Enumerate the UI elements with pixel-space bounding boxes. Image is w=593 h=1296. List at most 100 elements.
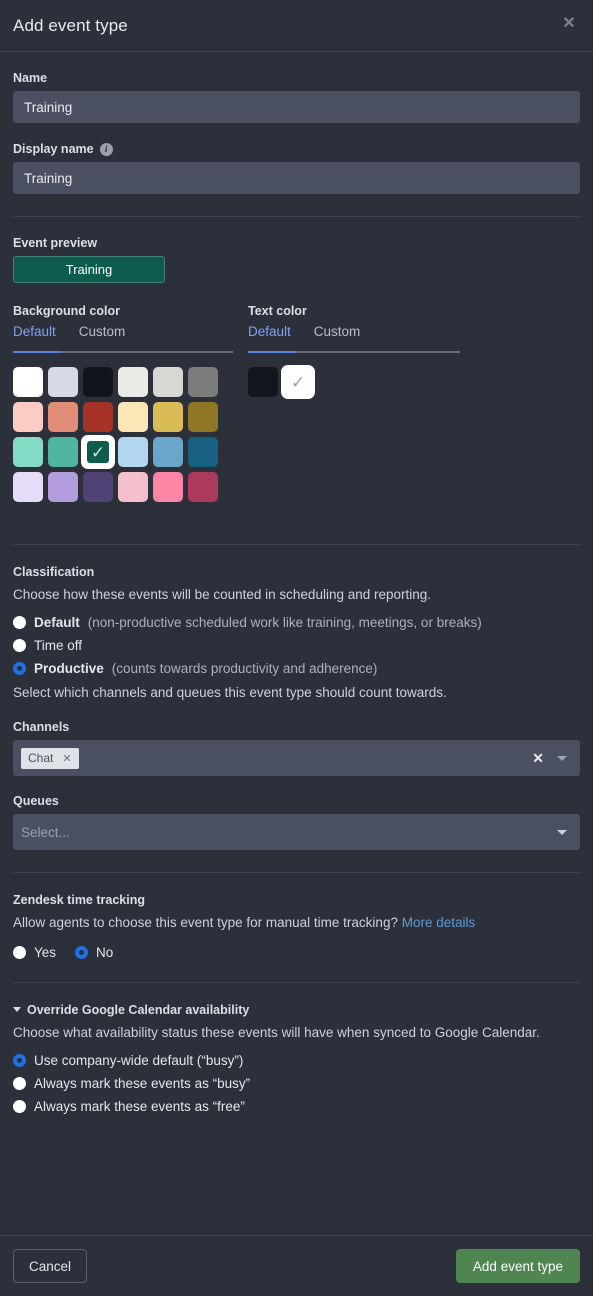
background-swatch-14[interactable]: ✓ bbox=[83, 437, 113, 467]
tab-bg-default[interactable]: Default bbox=[13, 324, 56, 341]
background-swatch-9[interactable] bbox=[118, 402, 148, 432]
background-swatch-6[interactable] bbox=[13, 402, 43, 432]
add-event-type-button[interactable]: Add event type bbox=[455, 1249, 580, 1283]
classification-radio-group: Default (non-productive scheduled work li… bbox=[13, 615, 580, 676]
radio-button[interactable] bbox=[13, 616, 26, 630]
background-color-picker: Background color Default Custom ✓ bbox=[13, 285, 233, 502]
queues-label: Queues bbox=[13, 794, 580, 808]
event-preview-chip-text: Training bbox=[65, 262, 113, 277]
gcal-option-0[interactable]: Use company-wide default (“busy”) bbox=[13, 1053, 580, 1068]
background-color-label: Background color bbox=[13, 304, 233, 318]
cancel-button[interactable]: Cancel bbox=[13, 1249, 88, 1283]
gcal-option-1[interactable]: Always mark these events as “busy” bbox=[13, 1076, 580, 1091]
text-swatch-grid: ✓ bbox=[248, 367, 460, 397]
name-label: Name bbox=[13, 71, 580, 85]
close-icon[interactable]: ✕ bbox=[557, 12, 581, 36]
event-preview-chip: Training bbox=[13, 256, 165, 283]
radio-button[interactable] bbox=[13, 662, 26, 676]
background-swatch-18[interactable] bbox=[13, 472, 43, 502]
name-input[interactable] bbox=[13, 91, 580, 123]
background-swatch-13[interactable] bbox=[48, 437, 78, 467]
gcal-title: Override Google Calendar availability bbox=[27, 1002, 250, 1017]
background-swatch-20[interactable] bbox=[83, 472, 113, 502]
background-swatch-4[interactable] bbox=[153, 367, 183, 397]
clear-icon[interactable]: ✕ bbox=[532, 750, 544, 767]
classification-option-hint: (counts towards productivity and adheren… bbox=[111, 661, 378, 677]
background-swatch-3[interactable] bbox=[118, 367, 148, 397]
close-icon[interactable]: ✕ bbox=[62, 752, 71, 765]
classification-option-2[interactable]: Productive (counts towards productivity a… bbox=[13, 661, 580, 676]
radio-button[interactable] bbox=[13, 1099, 26, 1113]
background-swatch-1[interactable] bbox=[48, 367, 78, 397]
radio-button[interactable] bbox=[13, 945, 26, 959]
background-swatch-5[interactable] bbox=[188, 367, 218, 397]
background-swatch-19[interactable] bbox=[48, 472, 78, 502]
channels-label-text: Channels bbox=[13, 720, 70, 735]
radio-button[interactable] bbox=[13, 1076, 26, 1090]
zendesk-option-1[interactable]: No bbox=[75, 945, 113, 960]
divider bbox=[13, 981, 580, 983]
modal-body: Name Display name i Event preview Traini… bbox=[0, 52, 593, 1235]
background-color-tab-underline bbox=[13, 351, 233, 353]
background-swatch-8[interactable] bbox=[83, 402, 113, 432]
text-color-tabs: Default Custom bbox=[248, 324, 460, 341]
chevron-down-icon[interactable] bbox=[557, 755, 567, 761]
gcal-option-label: Use company-wide default (“busy”) bbox=[34, 1052, 244, 1068]
zendesk-option-0[interactable]: Yes bbox=[13, 945, 56, 960]
queues-select[interactable]: Select... bbox=[13, 814, 580, 851]
text-swatch-0[interactable] bbox=[248, 367, 278, 397]
queues-label-text: Queues bbox=[13, 794, 59, 809]
background-swatch-12[interactable] bbox=[13, 437, 43, 467]
zendesk-option-label: No bbox=[96, 944, 114, 960]
background-swatch-23[interactable] bbox=[188, 472, 218, 502]
background-swatch-0[interactable] bbox=[13, 367, 43, 397]
gcal-option-2[interactable]: Always mark these events as “free” bbox=[13, 1099, 580, 1114]
classification-description: Choose how these events will be counted … bbox=[13, 587, 432, 602]
divider bbox=[13, 872, 580, 874]
classification-option-1[interactable]: Time off bbox=[13, 638, 580, 653]
classification-sub-description: Select which channels and queues this ev… bbox=[13, 685, 447, 701]
info-icon[interactable]: i bbox=[99, 142, 113, 156]
zendesk-description-text: Allow agents to choose this event type f… bbox=[13, 915, 398, 931]
classification-title: Classification bbox=[13, 565, 95, 579]
classification-option-0[interactable]: Default (non-productive scheduled work li… bbox=[13, 615, 580, 630]
radio-button[interactable] bbox=[75, 945, 89, 959]
classification-option-label: Time off bbox=[34, 638, 83, 654]
radio-button[interactable] bbox=[13, 1053, 26, 1067]
caret-down-icon bbox=[13, 1007, 21, 1013]
background-swatch-11[interactable] bbox=[188, 402, 218, 432]
background-swatch-15[interactable] bbox=[118, 437, 148, 467]
swatch-selected-inner: ✓ bbox=[287, 371, 309, 393]
name-label-text: Name bbox=[13, 71, 48, 85]
text-swatch-1[interactable]: ✓ bbox=[283, 367, 313, 397]
swatch-selected-inner: ✓ bbox=[87, 441, 109, 463]
tab-text-default[interactable]: Default bbox=[248, 324, 291, 341]
check-icon: ✓ bbox=[90, 442, 106, 462]
tab-text-custom[interactable]: Custom bbox=[314, 324, 361, 341]
background-swatch-17[interactable] bbox=[188, 437, 218, 467]
background-swatch-21[interactable] bbox=[118, 472, 148, 502]
modal-footer: Cancel Add event type bbox=[0, 1235, 593, 1296]
gcal-section-toggle[interactable]: Override Google Calendar availability bbox=[13, 1003, 580, 1017]
tab-bg-custom[interactable]: Custom bbox=[79, 324, 126, 341]
background-swatch-2[interactable] bbox=[83, 367, 113, 397]
display-name-label: Display name i bbox=[13, 142, 580, 156]
background-swatch-16[interactable] bbox=[153, 437, 183, 467]
classification-option-hint: (non-productive scheduled work like trai… bbox=[87, 615, 482, 631]
classification-option-label: Default bbox=[34, 615, 80, 631]
radio-button[interactable] bbox=[13, 639, 26, 653]
background-swatch-22[interactable] bbox=[153, 472, 183, 502]
background-swatch-7[interactable] bbox=[48, 402, 78, 432]
background-swatch-10[interactable] bbox=[153, 402, 183, 432]
zendesk-option-label: Yes bbox=[34, 944, 57, 960]
display-name-input[interactable] bbox=[13, 162, 580, 194]
background-color-tabs: Default Custom bbox=[13, 324, 233, 341]
event-preview-label-text: Event preview bbox=[13, 236, 98, 250]
channels-select[interactable]: Chat ✕ ✕ bbox=[13, 740, 580, 777]
gcal-option-label: Always mark these events as “busy” bbox=[34, 1075, 251, 1091]
channel-tag-chat[interactable]: Chat ✕ bbox=[21, 747, 79, 769]
chevron-down-icon[interactable] bbox=[557, 829, 567, 835]
more-details-link[interactable]: More details bbox=[402, 915, 476, 930]
background-swatch-grid: ✓ bbox=[13, 367, 233, 502]
channel-tag-label: Chat bbox=[28, 751, 54, 766]
